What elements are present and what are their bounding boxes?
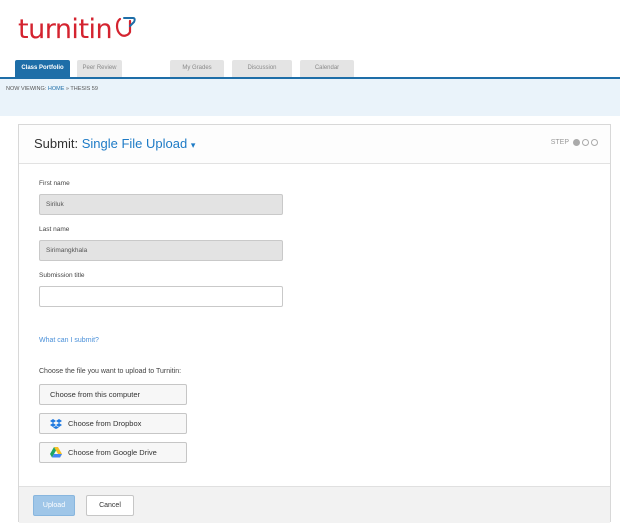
submit-card: Submit: Single File Upload ▾ STEP First … — [18, 124, 611, 523]
tab-calendar[interactable]: Calendar — [300, 60, 354, 77]
tab-bar: Class Portfolio Peer Review My Grades Di… — [0, 60, 620, 79]
turnitin-mark-icon — [114, 16, 136, 45]
step-dot-1 — [573, 139, 580, 146]
choose-google-drive-button[interactable]: Choose from Google Drive — [39, 442, 187, 463]
choose-computer-label: Choose from this computer — [50, 390, 141, 399]
card-header: Submit: Single File Upload ▾ STEP — [19, 125, 610, 164]
choose-computer-button[interactable]: Choose from this computer — [39, 384, 187, 405]
choose-dropbox-button[interactable]: Choose from Dropbox — [39, 413, 187, 434]
choose-google-drive-label: Choose from Google Drive — [68, 448, 157, 457]
submission-title-label: Submission title — [39, 272, 85, 279]
step-label: STEP — [550, 139, 569, 146]
first-name-label: First name — [39, 180, 70, 187]
first-name-field[interactable]: Siriluk — [39, 194, 283, 215]
tab-my-grades[interactable]: My Grades — [170, 60, 224, 77]
logo-text: turnitin — [18, 13, 113, 45]
upload-button[interactable]: Upload — [33, 495, 75, 516]
tab-class-portfolio[interactable]: Class Portfolio — [15, 60, 70, 77]
dropbox-icon — [50, 418, 62, 429]
turnitin-logo: turnitin — [18, 12, 136, 46]
breadcrumb-current: THESIS 59 — [70, 86, 98, 92]
google-drive-icon — [50, 447, 62, 458]
last-name-label: Last name — [39, 226, 70, 233]
breadcrumb: NOW VIEWING: HOME » THESIS 59 — [6, 86, 98, 92]
breadcrumb-prefix: NOW VIEWING: — [6, 86, 47, 92]
step-dot-2 — [582, 139, 589, 146]
what-can-i-submit-link[interactable]: What can I submit? — [39, 337, 99, 344]
chevron-down-icon[interactable]: ▾ — [191, 140, 196, 150]
submission-title-input[interactable] — [39, 286, 283, 307]
title-prefix: Submit: — [34, 136, 79, 151]
step-dot-3 — [591, 139, 598, 146]
page-title: Submit: Single File Upload ▾ — [34, 136, 195, 151]
choose-dropbox-label: Choose from Dropbox — [68, 419, 142, 428]
tab-peer-review[interactable]: Peer Review — [77, 60, 122, 77]
cancel-button[interactable]: Cancel — [86, 495, 134, 516]
tab-discussion[interactable]: Discussion — [232, 60, 292, 77]
breadcrumb-home[interactable]: HOME — [48, 86, 65, 92]
card-footer: Upload Cancel — [19, 486, 610, 523]
choose-file-instruction: Choose the file you want to upload to Tu… — [39, 368, 182, 375]
header-band: NOW VIEWING: HOME » THESIS 59 — [0, 79, 620, 116]
step-indicator: STEP — [551, 139, 598, 146]
upload-mode-dropdown[interactable]: Single File Upload — [82, 136, 188, 151]
last-name-field[interactable]: Sirimangkhala — [39, 240, 283, 261]
breadcrumb-separator: » — [65, 86, 69, 92]
